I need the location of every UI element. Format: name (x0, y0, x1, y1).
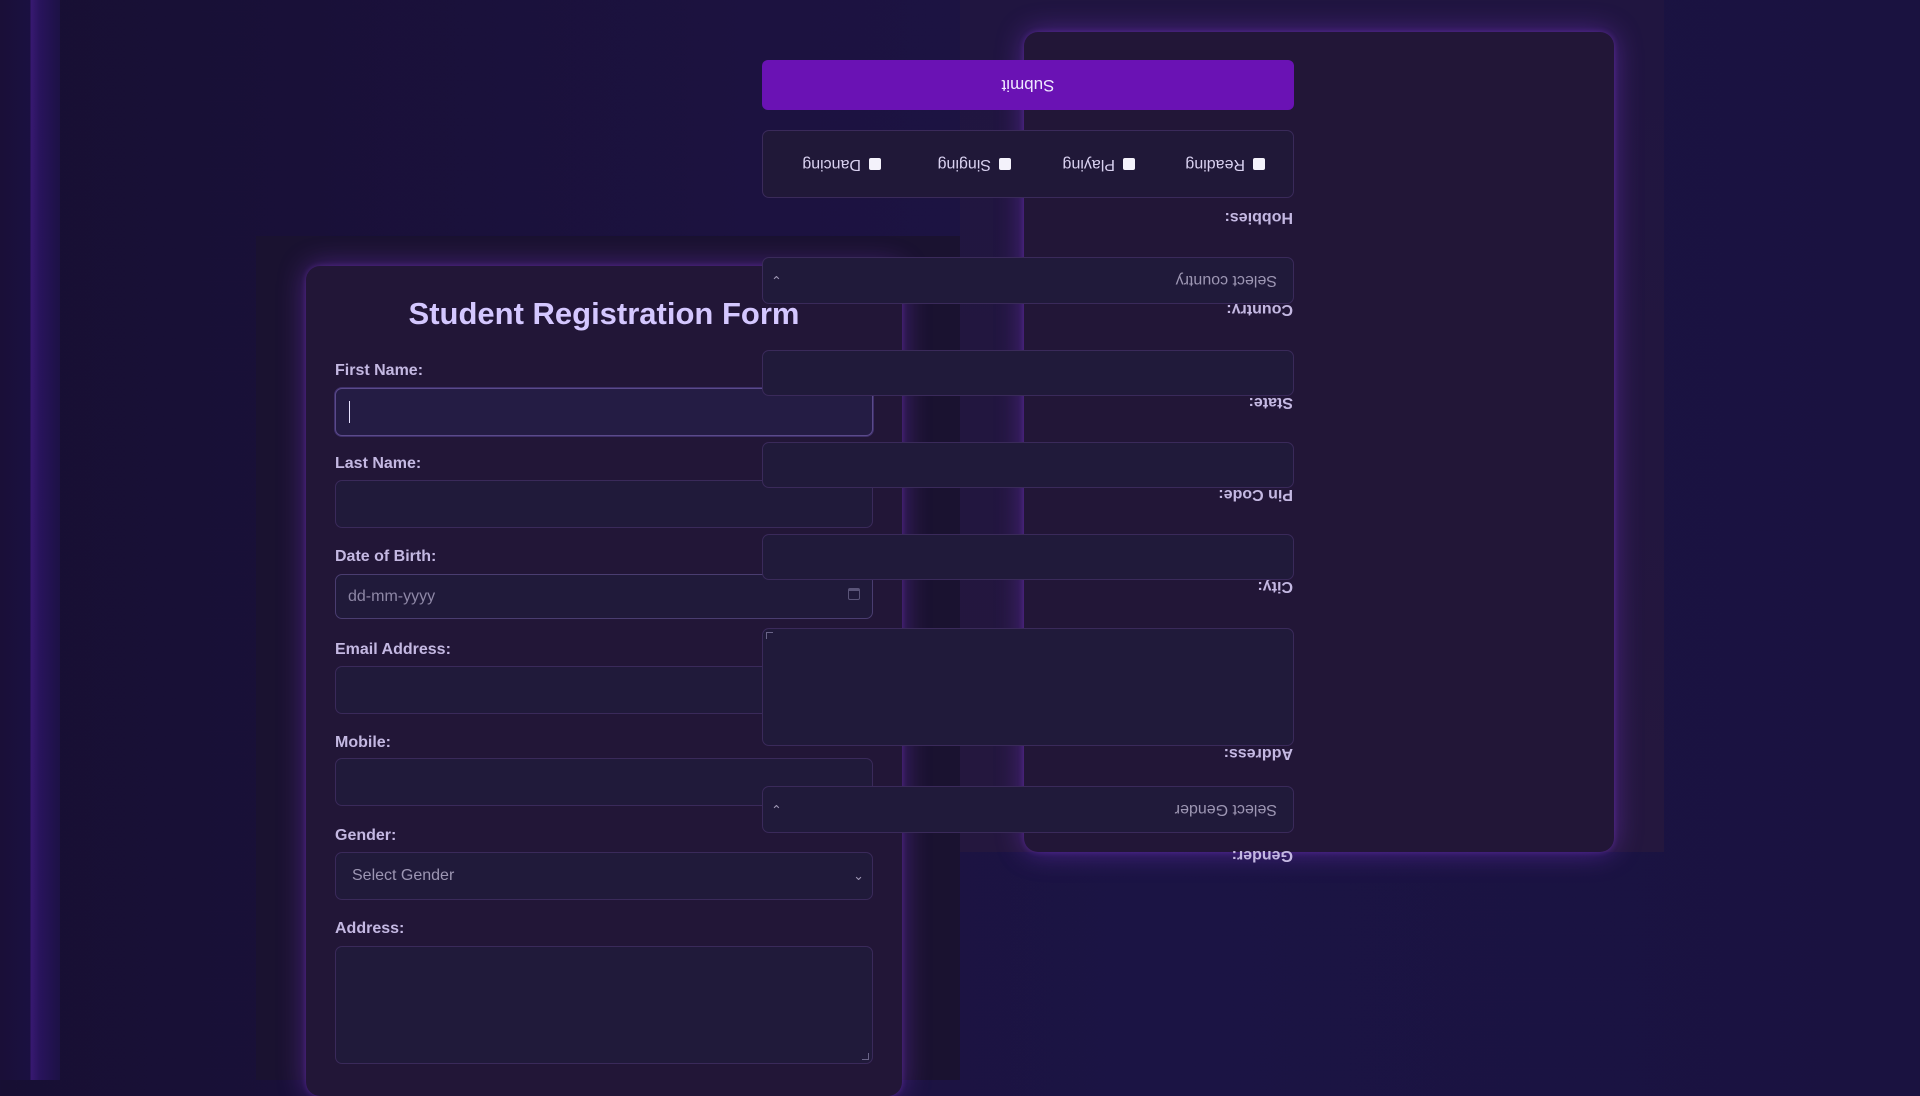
state-input[interactable] (762, 350, 1294, 396)
checkbox[interactable] (1253, 158, 1265, 170)
city-input[interactable] (762, 534, 1294, 580)
submit-button[interactable]: Submit (762, 60, 1294, 110)
gender-label: Gender: (335, 827, 397, 844)
pin-code-input[interactable] (762, 442, 1294, 488)
resize-handle[interactable] (862, 1053, 869, 1060)
country-select[interactable]: Select country ⌄ (762, 257, 1294, 304)
text-caret (349, 401, 350, 423)
last-name-label: Last Name: (335, 455, 422, 472)
email-label: Email Address: (335, 641, 451, 658)
hobby-reading[interactable]: Reading (1185, 155, 1265, 173)
dob-placeholder: dd-mm-yyyy (348, 587, 436, 605)
hobby-label: Singing (937, 156, 991, 173)
mobile-label: Mobile: (335, 734, 391, 751)
country-selected: Select country (1175, 272, 1277, 290)
hobby-singing[interactable]: Singing (938, 155, 1011, 173)
mirror-gender-label: Gender: (1231, 847, 1293, 864)
mirror-address-textarea[interactable] (762, 628, 1294, 746)
hobby-label: Dancing (802, 156, 861, 173)
address-textarea[interactable] (335, 946, 873, 1064)
hobby-dancing[interactable]: Dancing (802, 155, 881, 173)
dob-label: Date of Birth: (335, 548, 437, 565)
resize-handle[interactable] (766, 632, 773, 639)
hobbies-group: Reading Playing Singing Dancing (762, 130, 1294, 198)
mirror-address-label: Address: (1223, 745, 1293, 762)
edge-glow (0, 0, 60, 1080)
mirror-gender-select[interactable]: Select Gender ⌄ (762, 786, 1294, 833)
hobby-playing[interactable]: Playing (1063, 155, 1135, 173)
checkbox[interactable] (869, 158, 881, 170)
gender-select[interactable]: Select Gender ⌄ (335, 852, 873, 900)
hobby-label: Reading (1185, 156, 1245, 173)
mirrored-form: Gender: Select Gender ⌄ Address: City: P… (716, 0, 1920, 864)
checkbox[interactable] (999, 158, 1011, 170)
address-label: Address: (335, 920, 405, 937)
first-name-label: First Name: (335, 362, 424, 379)
hobby-label: Playing (1062, 156, 1115, 173)
chevron-down-icon: ⌄ (771, 802, 782, 818)
checkbox[interactable] (1123, 158, 1135, 170)
chevron-down-icon: ⌄ (853, 868, 864, 883)
mirror-hobbies-label: Hobbies: (1224, 209, 1293, 226)
mirror-gender-selected: Select Gender (1174, 801, 1277, 819)
chevron-down-icon: ⌄ (771, 273, 782, 289)
gender-selected: Select Gender (352, 867, 455, 884)
